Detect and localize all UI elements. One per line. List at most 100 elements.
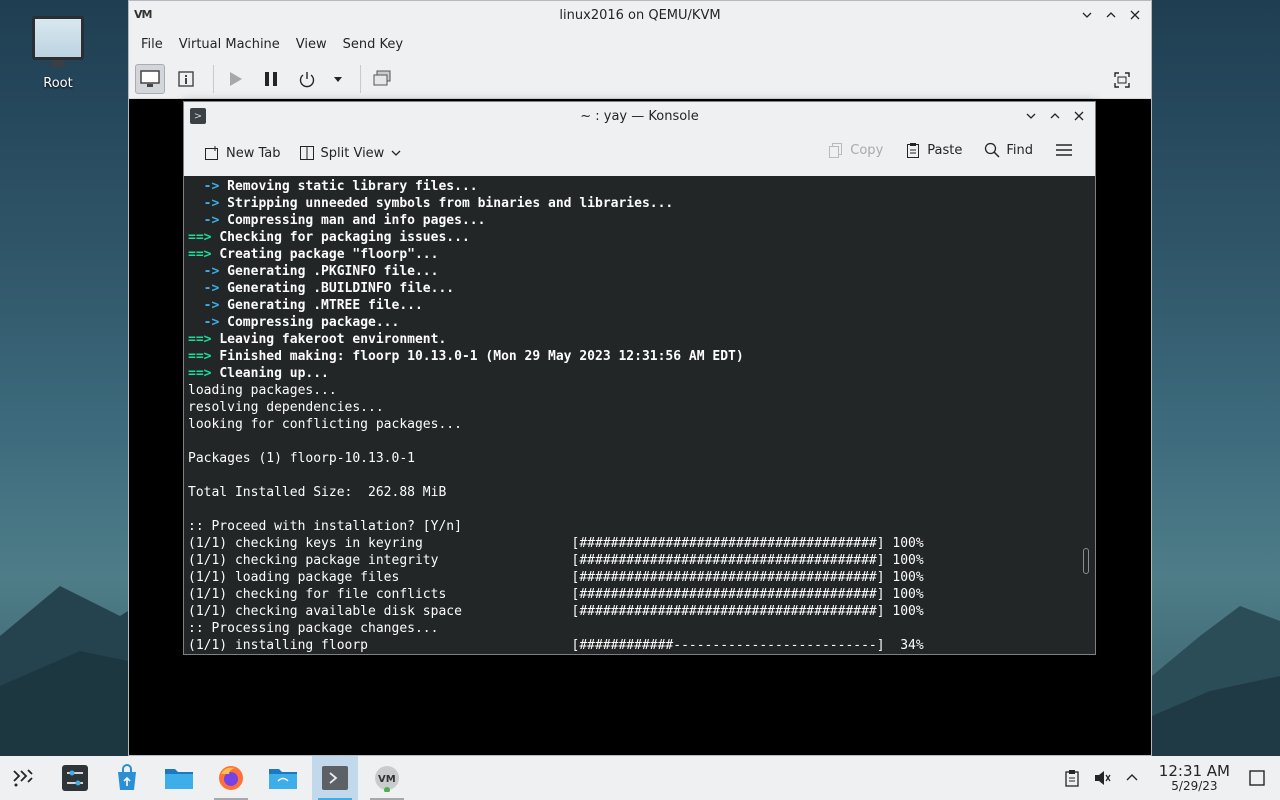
split-view-button[interactable]: Split View <box>293 141 409 165</box>
settings-icon <box>62 765 88 791</box>
new-tab-icon <box>205 146 218 160</box>
task-dolphin[interactable] <box>260 756 306 800</box>
caret-down-icon <box>334 76 342 82</box>
maximize-icon[interactable] <box>1045 106 1065 126</box>
menu-file[interactable]: File <box>133 33 171 56</box>
minimize-icon[interactable] <box>1077 5 1097 25</box>
new-tab-label: New Tab <box>226 145 281 161</box>
terminal-text: Removing static library files... <box>227 179 478 194</box>
desktop-icon-label: Root <box>43 76 73 91</box>
paste-button[interactable]: Paste <box>899 138 968 162</box>
terminal-text: Finished making: floorp 10.13.0-1 (Mon 2… <box>219 349 744 364</box>
terminal-text: Creating package "floorp"... <box>219 247 439 262</box>
terminal-scrollbar[interactable] <box>1083 548 1089 574</box>
tray-expand-chevron-up-icon[interactable] <box>1119 765 1145 791</box>
digital-clock[interactable]: 12:31 AM 5/29/23 <box>1159 763 1230 793</box>
fullscreen-icon <box>1114 72 1130 88</box>
new-tab-button[interactable]: New Tab <box>198 141 287 165</box>
terminal-line: ==> Finished making: floorp 10.13.0-1 (M… <box>188 348 1091 365</box>
clock-date: 5/29/23 <box>1171 779 1218 793</box>
task-firefox[interactable] <box>208 756 254 800</box>
run-button[interactable] <box>220 64 250 94</box>
terminal-text: Generating .MTREE file... <box>227 298 423 313</box>
terminal-app-icon: > <box>190 108 206 124</box>
task-konsole[interactable] <box>312 756 358 800</box>
terminal-text: ==> <box>188 230 220 245</box>
pause-button[interactable] <box>256 64 286 94</box>
computer-icon <box>32 16 84 67</box>
task-discover[interactable] <box>104 756 150 800</box>
clock-time: 12:31 AM <box>1158 762 1230 780</box>
menu-virtual-machine[interactable]: Virtual Machine <box>171 33 288 56</box>
application-launcher[interactable] <box>0 756 46 800</box>
desktop-icon-root[interactable]: Root <box>22 12 94 91</box>
details-view-button[interactable] <box>171 64 201 94</box>
terminal-text: (1/1) checking package integrity [######… <box>188 553 924 568</box>
snapshots-button[interactable] <box>367 64 397 94</box>
vm-toolbar <box>129 59 1151 99</box>
maximize-icon[interactable] <box>1101 5 1121 25</box>
split-view-label: Split View <box>320 145 385 161</box>
terminal-text: (1/1) installing floorp [############---… <box>188 638 924 653</box>
task-virt-manager[interactable]: VM <box>364 756 410 800</box>
minimize-icon[interactable] <box>1021 106 1041 126</box>
copy-label: Copy <box>850 142 884 158</box>
virt-manager-icon: VM <box>375 766 399 792</box>
terminal-text: Leaving fakeroot environment. <box>219 332 447 347</box>
taskbar: VM 12:31 AM 5/29/23 <box>0 756 1280 800</box>
vm-logo-icon: VM <box>134 8 152 21</box>
terminal-text: -> <box>188 298 228 313</box>
fullscreen-button[interactable] <box>1107 65 1137 95</box>
terminal-line: ==> Checking for packaging issues... <box>188 229 1091 246</box>
console-view-button[interactable] <box>135 63 165 94</box>
find-label: Find <box>1006 142 1033 158</box>
terminal-line: (1/1) loading package files [###########… <box>188 569 1091 586</box>
volume-muted-icon[interactable] <box>1089 765 1115 791</box>
terminal-line: ==> Cleaning up... <box>188 365 1091 382</box>
terminal-text: ==> <box>188 247 220 262</box>
firefox-icon <box>219 766 243 790</box>
show-desktop-icon[interactable] <box>1244 765 1270 791</box>
task-system-settings[interactable] <box>52 756 98 800</box>
terminal-line: (1/1) checking keys in keyring [########… <box>188 535 1091 552</box>
shutdown-button[interactable] <box>292 64 322 94</box>
terminal-line: (1/1) checking for file conflicts [#####… <box>188 586 1091 603</box>
file-manager-icon <box>269 769 297 789</box>
menu-send-key[interactable]: Send Key <box>335 33 411 56</box>
terminal-line: -> Compressing package... <box>188 314 1091 331</box>
pause-icon <box>265 71 277 86</box>
copy-button[interactable]: Copy <box>822 138 889 162</box>
terminal-text: (1/1) checking for file conflicts [#####… <box>188 587 924 602</box>
terminal-text: ==> <box>188 349 220 364</box>
terminal-text: -> <box>188 281 228 296</box>
terminal-line: looking for conflicting packages... <box>188 416 1091 433</box>
paste-label: Paste <box>927 142 963 158</box>
snapshots-icon <box>373 70 391 85</box>
terminal-text: -> <box>188 213 228 228</box>
terminal-line: -> Generating .BUILDINFO file... <box>188 280 1091 297</box>
terminal-output[interactable]: -> Removing static library files... -> S… <box>184 176 1095 654</box>
clipboard-icon[interactable] <box>1059 765 1085 791</box>
konsole-toolbar: New Tab Split View Copy Paste Find <box>184 130 1095 176</box>
vm-titlebar[interactable]: VM linux2016 on QEMU/KVM <box>129 1 1151 29</box>
terminal-text: Total Installed Size: 262.88 MiB <box>188 485 447 500</box>
terminal-text: Generating .PKGINFO file... <box>227 264 439 279</box>
terminal-line: :: Processing package changes... <box>188 620 1091 637</box>
folder-icon <box>165 769 193 789</box>
shutdown-menu-button[interactable] <box>328 64 348 94</box>
info-icon <box>178 70 194 87</box>
konsole-titlebar[interactable]: > ~ : yay — Konsole <box>184 102 1095 130</box>
close-icon[interactable] <box>1069 106 1089 126</box>
terminal-text: (1/1) checking keys in keyring [########… <box>188 536 924 551</box>
close-icon[interactable] <box>1125 5 1145 25</box>
find-button[interactable]: Find <box>978 138 1039 162</box>
terminal-text: (1/1) loading package files [###########… <box>188 570 924 585</box>
menu-view[interactable]: View <box>288 33 335 56</box>
terminal-text: resolving dependencies... <box>188 400 384 415</box>
terminal-text: :: Processing package changes... <box>188 621 439 636</box>
hamburger-menu-button[interactable] <box>1049 138 1079 162</box>
task-folder[interactable] <box>156 756 202 800</box>
toolbar-separator <box>213 64 214 93</box>
terminal-line: ==> Creating package "floorp"... <box>188 246 1091 263</box>
terminal-line: -> Generating .MTREE file... <box>188 297 1091 314</box>
